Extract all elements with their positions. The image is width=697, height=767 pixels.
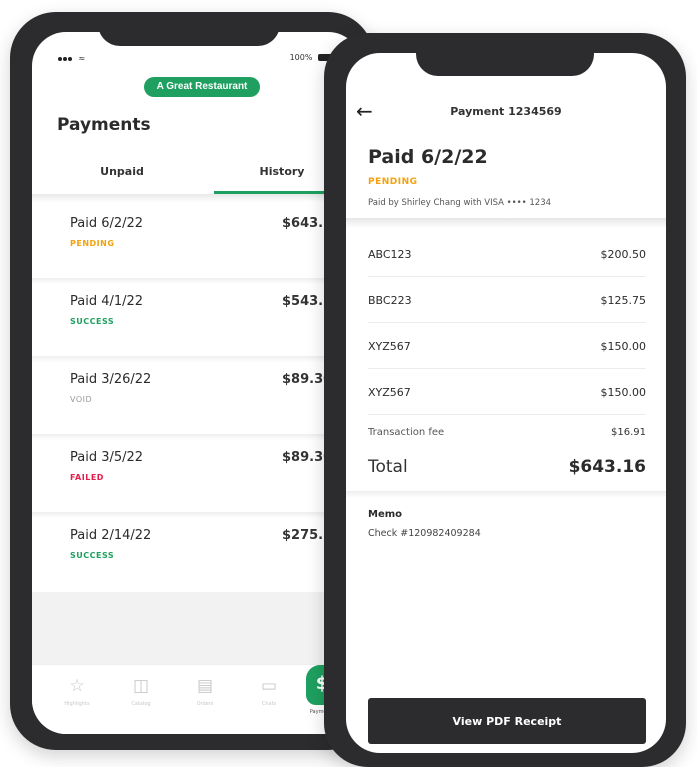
chat-icon: ▭ <box>260 676 278 696</box>
nav-label: Chats <box>261 701 277 707</box>
line-item-amount: $200.50 <box>600 248 647 261</box>
phone-notch <box>98 12 280 46</box>
status-bar: ≈ 100% <box>32 52 362 66</box>
view-pdf-receipt-button[interactable]: View PDF Receipt <box>368 698 646 744</box>
nav-label: Catalog <box>131 701 151 707</box>
wifi-icon: ≈ <box>78 54 86 63</box>
tab-unpaid[interactable]: Unpaid <box>42 155 202 191</box>
status-badge: SUCCESS <box>70 317 115 326</box>
payment-detail-screen: ← Payment 1234569 Paid 6/2/22 PENDING Pa… <box>346 53 666 753</box>
line-item-label: ABC123 <box>368 248 412 261</box>
bottom-navigation: ☆ Highlights ◫ Catalog ▤ Orders ▭ Chats … <box>32 664 362 734</box>
payment-date: Paid 2/14/22 <box>70 528 152 543</box>
payment-date: Paid 3/5/22 <box>70 450 144 465</box>
line-item-row: ABC123 $200.50 <box>368 231 646 277</box>
payment-date: Paid 4/1/22 <box>70 294 144 309</box>
total-label: Total <box>368 457 408 477</box>
line-item-row: XYZ567 $150.00 <box>368 369 646 415</box>
restaurant-selector[interactable]: A Great Restaurant <box>144 77 260 97</box>
payment-row[interactable]: Paid 4/1/22 $543.16 SUCCESS <box>32 278 362 358</box>
battery-percent: 100% <box>289 53 313 62</box>
line-item-label: XYZ567 <box>368 340 411 353</box>
line-item-row: XYZ567 $150.00 <box>368 323 646 369</box>
paid-by-text: Paid by Shirley Chang with VISA •••• 123… <box>368 198 552 208</box>
page-title: Payments <box>57 115 151 135</box>
payment-tabs: Unpaid History <box>42 155 362 194</box>
line-item-label: BBC223 <box>368 294 412 307</box>
total-amount: $643.16 <box>568 457 646 477</box>
star-icon: ☆ <box>69 676 85 696</box>
tabs-divider <box>32 194 362 202</box>
payment-row[interactable]: Paid 3/26/22 $89.30 VOID <box>32 356 362 436</box>
status-badge: PENDING <box>70 239 115 248</box>
line-item-label: XYZ567 <box>368 386 411 399</box>
memo-divider <box>346 491 666 498</box>
nav-item-chats[interactable]: ▭ Chats <box>244 675 294 707</box>
book-icon: ◫ <box>132 676 150 696</box>
phone-notch <box>416 33 594 76</box>
memo-text: Check #120982409284 <box>368 528 481 539</box>
payment-title: Paid 6/2/22 <box>368 146 488 168</box>
nav-label: Orders <box>196 701 214 707</box>
nav-item-catalog[interactable]: ◫ Catalog <box>116 675 166 707</box>
signal-indicator: ≈ <box>58 54 85 63</box>
status-badge: VOID <box>70 395 93 404</box>
status-badge: PENDING <box>368 177 418 187</box>
phone-frame-right: ← Payment 1234569 Paid 6/2/22 PENDING Pa… <box>324 33 686 767</box>
status-badge: FAILED <box>70 473 104 482</box>
payment-row[interactable]: Paid 2/14/22 $275.88 SUCCESS <box>32 512 362 592</box>
fee-amount: $16.91 <box>611 427 646 438</box>
memo-title: Memo <box>368 509 403 520</box>
payment-history-list: Paid 6/2/22 $643.16 PENDING Paid 4/1/22 … <box>32 202 362 592</box>
line-item-amount: $150.00 <box>600 386 647 399</box>
line-item-amount: $125.75 <box>600 294 647 307</box>
header-divider <box>346 218 666 228</box>
payment-date: Paid 3/26/22 <box>70 372 152 387</box>
phone-frame-left: ≈ 100% A Great Restaurant Payments Unpai… <box>10 12 374 750</box>
fee-label: Transaction fee <box>368 427 445 438</box>
payment-nav-title: Payment 1234569 <box>450 105 562 118</box>
nav-item-highlights[interactable]: ☆ Highlights <box>52 675 102 707</box>
payment-row[interactable]: Paid 6/2/22 $643.16 PENDING <box>32 202 362 280</box>
payments-screen: ≈ 100% A Great Restaurant Payments Unpai… <box>32 32 362 734</box>
list-empty-area <box>32 592 362 664</box>
list-icon: ▤ <box>196 676 214 696</box>
nav-label: Highlights <box>64 701 90 707</box>
status-badge: SUCCESS <box>70 551 115 560</box>
line-item-amount: $150.00 <box>600 340 647 353</box>
nav-item-orders[interactable]: ▤ Orders <box>180 675 230 707</box>
payment-row[interactable]: Paid 3/5/22 $89.30 FAILED <box>32 434 362 514</box>
line-item-row: BBC223 $125.75 <box>368 277 646 323</box>
payment-date: Paid 6/2/22 <box>70 216 144 231</box>
